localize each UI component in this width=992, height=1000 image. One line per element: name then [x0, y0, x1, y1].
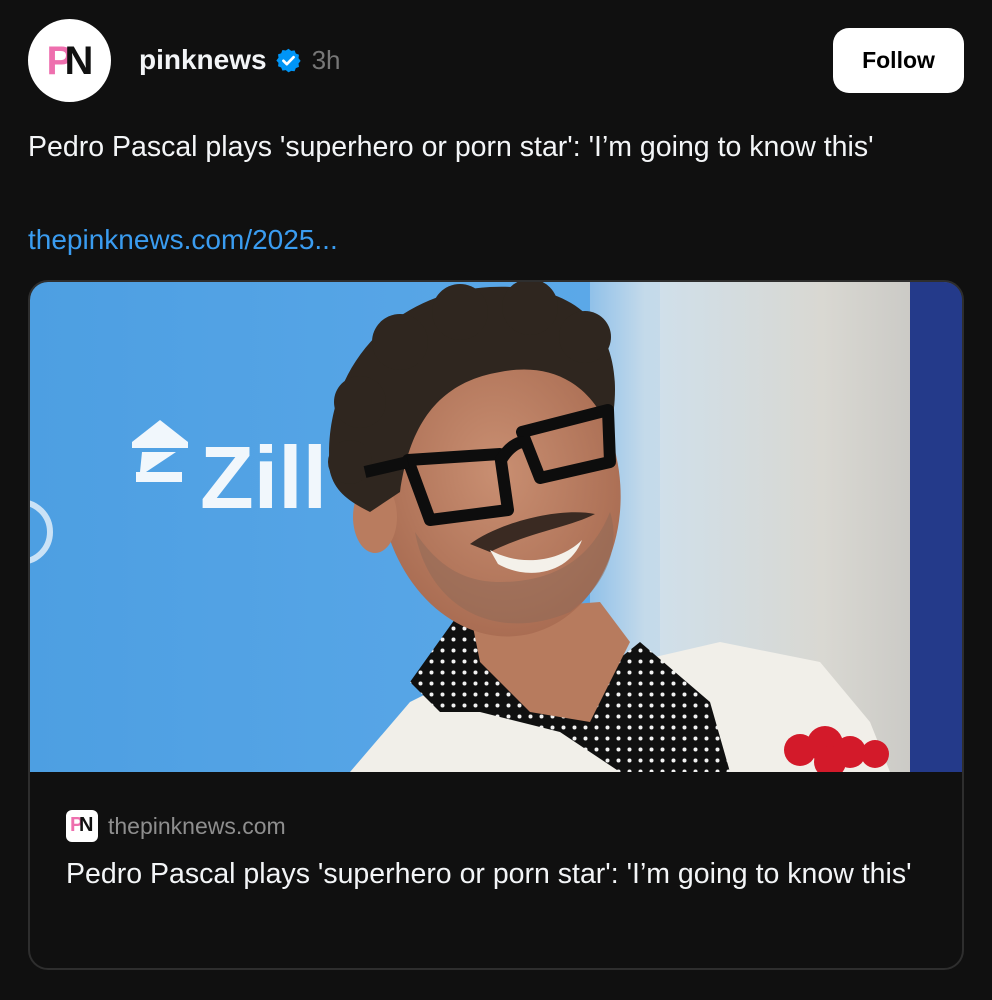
post-text: Pedro Pascal plays 'superhero or porn st… [28, 131, 874, 163]
link-source: PN thepinknews.com [66, 809, 286, 843]
pinknews-favicon-icon: PN [66, 810, 98, 842]
post-timestamp: 3h [311, 44, 341, 75]
follow-button[interactable]: Follow [833, 28, 964, 93]
author-handle[interactable]: pinknews [139, 44, 267, 76]
link-preview-card[interactable]: Zill P N thepinknews.com Pedro Pascal pl… [28, 280, 964, 970]
author-avatar[interactable]: PN [28, 19, 111, 102]
verified-badge-icon [275, 48, 301, 72]
post-link[interactable]: thepinknews.com/2025... [28, 220, 338, 260]
link-preview-title[interactable]: Pedro Pascal plays 'superhero or porn st… [66, 852, 926, 896]
backdrop-brand-text: Zill [200, 428, 327, 527]
author-row: pinknews 3h [139, 40, 341, 80]
threads-post: PN pinknews 3h Follow Pedro Pascal plays… [0, 0, 992, 1000]
source-domain: thepinknews.com [108, 812, 286, 839]
link-preview-image[interactable]: Zill [30, 282, 962, 772]
pinknews-logo-icon: PN [46, 38, 94, 83]
portrait-photo: Zill [30, 282, 962, 772]
